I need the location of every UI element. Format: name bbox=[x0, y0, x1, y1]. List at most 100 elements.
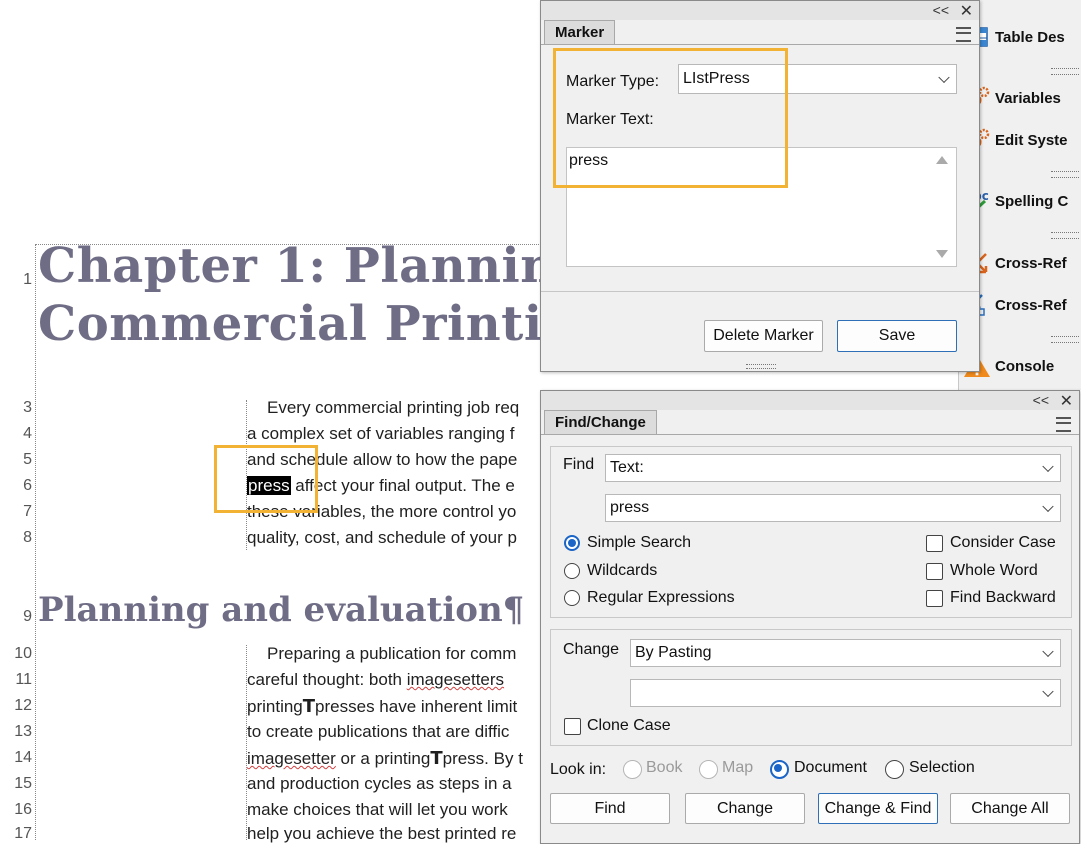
body-line: help you achieve the best printed re bbox=[247, 824, 517, 843]
panel-item-label: Cross-Ref bbox=[995, 296, 1067, 314]
line-number: 16 bbox=[14, 801, 32, 818]
find-type-select[interactable]: Text: bbox=[605, 454, 1061, 482]
line-number: 14 bbox=[14, 749, 32, 766]
body-line: imagesetter or a printingTpress. By t bbox=[247, 748, 523, 769]
find-backward-checkbox[interactable] bbox=[926, 590, 943, 607]
look-in-document-label: Document bbox=[794, 759, 867, 776]
body-line: Preparing a publication for comm bbox=[267, 644, 517, 663]
line-number: 11 bbox=[15, 671, 32, 688]
whole-word-label: Whole Word bbox=[950, 562, 1038, 579]
panel-grip[interactable] bbox=[1051, 171, 1079, 178]
panel-menu-icon[interactable] bbox=[956, 27, 971, 42]
panel-grip[interactable] bbox=[1051, 232, 1079, 239]
selection-highlight-box bbox=[214, 445, 318, 513]
regular-expressions-radio[interactable] bbox=[564, 590, 580, 606]
panel-menu-icon[interactable] bbox=[1056, 417, 1071, 432]
body-line: careful thought: both imagesetters bbox=[247, 670, 505, 689]
simple-search-label: Simple Search bbox=[587, 534, 692, 551]
body-line: and production cycles as steps in a bbox=[247, 774, 512, 793]
save-button[interactable]: Save bbox=[837, 320, 957, 352]
body-line: printingTpresses have inherent limit bbox=[247, 696, 518, 717]
scroll-down-icon[interactable] bbox=[936, 250, 948, 258]
change-label: Change bbox=[563, 641, 620, 658]
panel-titlebar[interactable] bbox=[541, 1, 979, 20]
chevron-down-icon bbox=[938, 71, 950, 84]
clone-case-checkbox[interactable] bbox=[564, 718, 581, 735]
line-number: 12 bbox=[14, 697, 32, 714]
panel-grip[interactable] bbox=[1051, 336, 1079, 343]
change-and-find-button[interactable]: Change & Find bbox=[818, 793, 938, 824]
panel-item-label: Variables bbox=[995, 89, 1061, 107]
tab-divider bbox=[541, 434, 1079, 435]
change-button[interactable]: Change bbox=[685, 793, 805, 824]
chevron-down-icon bbox=[1042, 460, 1054, 473]
wildcards-radio[interactable] bbox=[564, 563, 580, 579]
simple-search-radio[interactable] bbox=[564, 535, 580, 551]
line-number: 17 bbox=[14, 825, 32, 842]
text-marker-icon[interactable]: T bbox=[303, 696, 315, 717]
regular-expressions-label: Regular Expressions bbox=[587, 589, 735, 606]
section-heading: Planning and evaluation¶ bbox=[38, 590, 525, 630]
marker-panel: << ✕ Marker Marker Type: LIstPress Marke… bbox=[540, 0, 980, 372]
body-line: quality, cost, and schedule of your p bbox=[247, 528, 517, 547]
body-line: a complex set of variables ranging f bbox=[247, 424, 515, 443]
chapter-title-line-2: Commercial Printing bbox=[38, 296, 613, 352]
look-in-book-radio[interactable] bbox=[623, 760, 642, 779]
find-text-input[interactable]: press bbox=[605, 494, 1061, 522]
chevron-down-icon bbox=[1042, 685, 1054, 698]
change-all-button[interactable]: Change All bbox=[950, 793, 1070, 824]
look-in-book-label: Book bbox=[646, 759, 683, 776]
panel-item-label: Table Des bbox=[995, 28, 1065, 46]
panel-item-label: Console bbox=[995, 357, 1055, 375]
find-backward-label: Find Backward bbox=[950, 589, 1056, 606]
panel-item-label: Cross-Ref bbox=[995, 254, 1067, 272]
chevron-down-icon bbox=[1042, 645, 1054, 658]
look-in-map-label: Map bbox=[722, 759, 754, 776]
change-type-select[interactable]: By Pasting bbox=[630, 639, 1061, 667]
whole-word-checkbox[interactable] bbox=[926, 563, 943, 580]
line-number: 6 bbox=[23, 477, 32, 494]
collapse-icon[interactable]: << bbox=[1033, 392, 1049, 408]
line-number: 1 bbox=[23, 271, 32, 288]
clone-case-label: Clone Case bbox=[587, 717, 671, 734]
change-text-input[interactable] bbox=[630, 679, 1061, 707]
panel-item-label: Edit Syste bbox=[995, 131, 1068, 149]
panel-titlebar[interactable] bbox=[541, 391, 1079, 410]
body-line: to create publications that are diffic bbox=[247, 722, 510, 741]
scroll-up-icon[interactable] bbox=[936, 156, 948, 164]
close-icon[interactable]: ✕ bbox=[1060, 391, 1073, 411]
panel-item-label: Spelling C bbox=[995, 192, 1069, 210]
body-line: make choices that will let you work bbox=[247, 800, 508, 819]
find-change-panel: << ✕ Find/Change Find Text: press Simple… bbox=[540, 390, 1080, 844]
look-in-selection-label: Selection bbox=[909, 759, 975, 776]
panel-grip[interactable] bbox=[1051, 68, 1079, 75]
find-label: Find bbox=[563, 456, 595, 473]
consider-case-label: Consider Case bbox=[950, 534, 1056, 551]
tab-divider bbox=[541, 44, 979, 45]
line-number: 8 bbox=[23, 529, 32, 546]
look-in-label: Look in: bbox=[550, 761, 607, 778]
text-marker-icon[interactable]: T bbox=[430, 748, 442, 769]
tab-find-change[interactable]: Find/Change bbox=[544, 410, 657, 435]
find-button[interactable]: Find bbox=[550, 793, 670, 824]
line-number: 15 bbox=[14, 775, 32, 792]
text-frame-left-guide bbox=[35, 244, 36, 840]
chevron-down-icon bbox=[1042, 500, 1054, 513]
line-number: 9 bbox=[23, 608, 32, 625]
line-number: 5 bbox=[23, 451, 32, 468]
line-number: 10 bbox=[14, 645, 32, 662]
line-number: 4 bbox=[23, 425, 32, 442]
consider-case-checkbox[interactable] bbox=[926, 535, 943, 552]
delete-marker-button[interactable]: Delete Marker bbox=[704, 320, 823, 352]
look-in-selection-radio[interactable] bbox=[885, 760, 904, 779]
resize-grip[interactable] bbox=[746, 364, 776, 369]
marker-highlight-box bbox=[553, 48, 788, 188]
wildcards-label: Wildcards bbox=[587, 562, 658, 579]
look-in-document-radio[interactable] bbox=[770, 760, 789, 779]
close-icon[interactable]: ✕ bbox=[960, 1, 973, 21]
divider bbox=[541, 291, 979, 292]
tab-marker[interactable]: Marker bbox=[544, 20, 616, 45]
line-number: 7 bbox=[23, 503, 32, 520]
collapse-icon[interactable]: << bbox=[933, 2, 949, 18]
look-in-map-radio[interactable] bbox=[699, 760, 718, 779]
